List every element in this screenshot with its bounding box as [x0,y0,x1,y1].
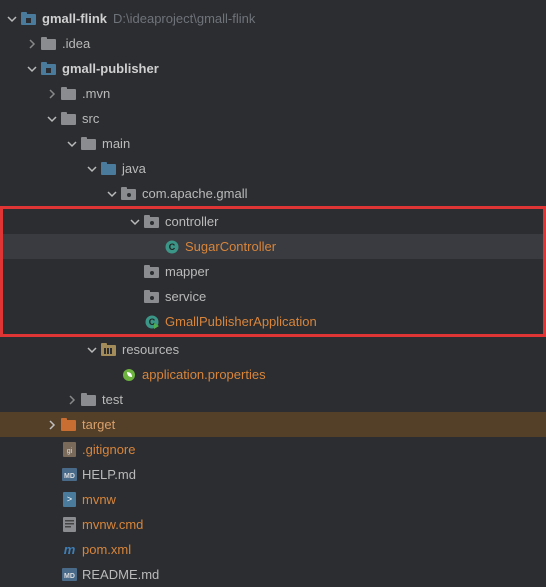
target-label: target [82,417,115,432]
folder-icon [40,36,58,52]
src-label: src [82,111,99,126]
tree-row-src[interactable]: src [0,106,546,131]
help-label: HELP.md [82,467,136,482]
package-icon [143,289,161,305]
chevron-right-icon[interactable] [64,392,80,408]
maven-file-icon: m [60,542,78,558]
tree-row-idea[interactable]: .idea [0,31,546,56]
mvnwcmd-label: mvnw.cmd [82,517,143,532]
script-file-icon: > [60,492,78,508]
folder-icon [80,392,98,408]
tree-row-app[interactable]: C GmallPublisherApplication [3,309,543,334]
package-icon [143,264,161,280]
app-label: GmallPublisherApplication [165,314,317,329]
tree-row-sugarcontroller[interactable]: C SugarController [3,234,543,259]
svg-text:MD: MD [64,573,75,580]
appprops-label: application.properties [142,367,266,382]
source-folder-icon [100,161,118,177]
tree-row-java[interactable]: java [0,156,546,181]
resources-folder-icon [100,342,118,358]
chevron-down-icon[interactable] [44,111,60,127]
project-tree: gmall-flink D:\ideaproject\gmall-flink .… [0,0,546,587]
tree-row-mvn[interactable]: .mvn [0,81,546,106]
tree-row-target[interactable]: target [0,412,546,437]
excluded-folder-icon [60,417,78,433]
module-folder-icon [40,61,58,77]
controller-label: controller [165,214,218,229]
svg-text:>: > [66,494,71,504]
tree-row-test[interactable]: test [0,387,546,412]
chevron-right-icon[interactable] [44,86,60,102]
readme-label: README.md [82,567,159,582]
spring-config-icon [120,367,138,383]
tree-row-appprops[interactable]: application.properties [0,362,546,387]
chevron-down-icon[interactable] [24,61,40,77]
text-file-icon [60,517,78,533]
sugar-label: SugarController [185,239,276,254]
mvnw-label: mvnw [82,492,116,507]
java-label: java [122,161,146,176]
tree-row-mvnw[interactable]: > mvnw [0,487,546,512]
tree-row-main[interactable]: main [0,131,546,156]
svg-text:C: C [169,242,176,252]
folder-icon [60,86,78,102]
root-label: gmall-flink [42,11,107,26]
markdown-file-icon: MD [60,567,78,583]
resources-label: resources [122,342,179,357]
tree-row-readme[interactable]: MD README.md [0,562,546,587]
tree-row-root[interactable]: gmall-flink D:\ideaproject\gmall-flink [0,6,546,31]
gitignore-file-icon: gi [60,442,78,458]
tree-row-package[interactable]: com.apache.gmall [0,181,546,206]
tree-row-help[interactable]: MD HELP.md [0,462,546,487]
publisher-label: gmall-publisher [62,61,159,76]
chevron-right-icon[interactable] [24,36,40,52]
chevron-right-icon[interactable] [44,417,60,433]
folder-icon [80,136,98,152]
gitignore-label: .gitignore [82,442,135,457]
package-icon [143,214,161,230]
tree-row-mvnwcmd[interactable]: mvnw.cmd [0,512,546,537]
chevron-down-icon[interactable] [84,342,100,358]
svg-text:MD: MD [64,473,75,480]
svg-text:gi: gi [66,448,72,455]
markdown-file-icon: MD [60,467,78,483]
test-label: test [102,392,123,407]
tree-row-pom[interactable]: m pom.xml [0,537,546,562]
svg-text:m: m [63,542,75,557]
module-folder-icon [20,11,38,27]
tree-row-gitignore[interactable]: gi .gitignore [0,437,546,462]
root-path: D:\ideaproject\gmall-flink [113,11,255,26]
tree-row-mapper[interactable]: mapper [3,259,543,284]
idea-label: .idea [62,36,90,51]
main-label: main [102,136,130,151]
highlight-box: controller C SugarController mapper serv… [0,206,546,337]
chevron-down-icon[interactable] [84,161,100,177]
pom-label: pom.xml [82,542,131,557]
chevron-down-icon[interactable] [127,214,143,230]
tree-row-resources[interactable]: resources [0,337,546,362]
class-icon: C [163,239,181,255]
tree-row-service[interactable]: service [3,284,543,309]
chevron-down-icon[interactable] [64,136,80,152]
mvn-label: .mvn [82,86,110,101]
chevron-down-icon[interactable] [104,186,120,202]
folder-icon [60,111,78,127]
service-label: service [165,289,206,304]
class-run-icon: C [143,314,161,330]
pkg-label: com.apache.gmall [142,186,248,201]
tree-row-controller[interactable]: controller [3,209,543,234]
tree-row-publisher[interactable]: gmall-publisher [0,56,546,81]
package-icon [120,186,138,202]
chevron-down-icon[interactable] [4,11,20,27]
mapper-label: mapper [165,264,209,279]
